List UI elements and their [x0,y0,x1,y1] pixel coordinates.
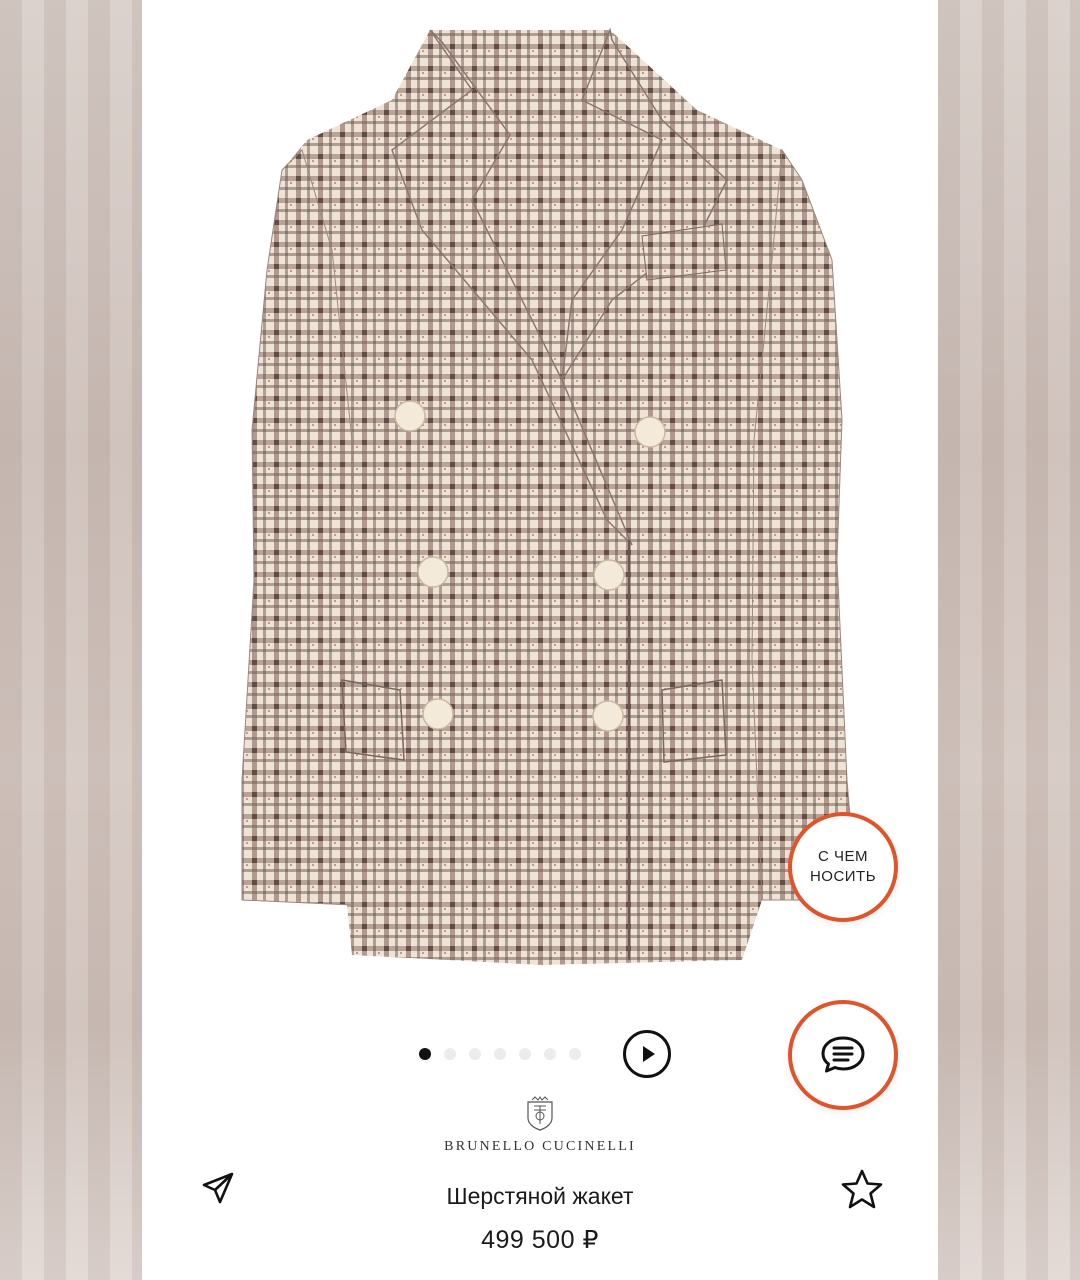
brand-name[interactable]: BRUNELLO CUCINELLI [142,1139,938,1155]
chat-button[interactable] [788,1000,898,1110]
pagination-dot[interactable] [544,1048,556,1060]
pagination-dot[interactable] [519,1048,531,1060]
product-page: С ЧЕМ НОСИТЬ BRUNELLO CUCINELLI Шерстяно… [0,0,1080,1280]
pagination-dot[interactable] [419,1048,431,1060]
star-icon[interactable] [840,1168,884,1210]
play-video-button[interactable] [623,1030,671,1078]
blurred-backdrop-right [938,0,1080,1280]
chat-bubble-icon [821,1036,865,1073]
outfit-button-line1: С ЧЕМ [818,848,868,865]
outfit-suggestions-button[interactable]: С ЧЕМ НОСИТЬ [788,812,898,922]
pagination-dot[interactable] [469,1048,481,1060]
product-card: С ЧЕМ НОСИТЬ BRUNELLO CUCINELLI Шерстяно… [142,0,938,1280]
product-title: Шерстяной жакет [446,1183,634,1209]
gallery-pagination[interactable] [419,1048,581,1060]
blurred-backdrop-left [0,0,142,1280]
pagination-dot[interactable] [569,1048,581,1060]
outfit-button-line2: НОСИТЬ [809,868,877,885]
brand-crest-logo[interactable] [520,1096,560,1132]
play-icon [643,1046,655,1062]
pagination-dot[interactable] [494,1048,506,1060]
pagination-dot[interactable] [444,1048,456,1060]
product-price: 499 500 ₽ [481,1226,599,1254]
